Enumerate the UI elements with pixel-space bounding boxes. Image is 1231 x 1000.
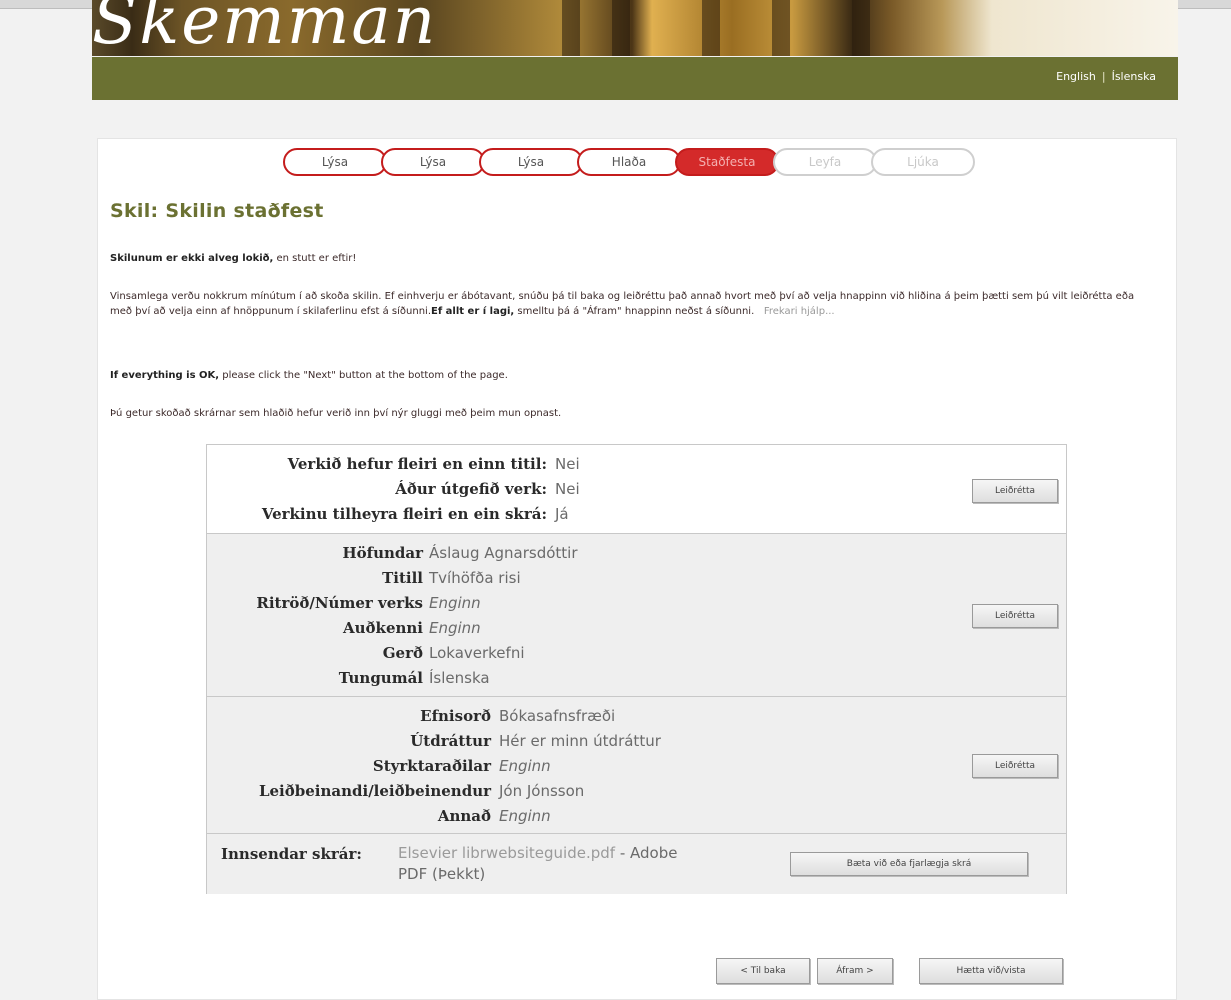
files-label: Innsendar skrár: [221, 845, 362, 863]
intro-text: Skilunum er ekki alveg lokið, en stutt e… [110, 251, 1140, 266]
top-nav-bar: English | Íslenska [92, 57, 1178, 100]
row-label: Auðkenni [343, 619, 423, 637]
edit-general-button[interactable]: Leiðrétta [972, 479, 1058, 503]
banner-decoration [612, 0, 630, 56]
language-switcher: English | Íslenska [1056, 70, 1156, 83]
row-value: Nei [555, 480, 580, 498]
file-link[interactable]: Elsevier librwebsiteguide.pdf [398, 844, 615, 862]
add-remove-file-button[interactable]: Bæta við eða fjarlægja skrá [790, 852, 1028, 876]
row-value: Já [555, 505, 569, 523]
row-label: Tungumál [338, 669, 423, 687]
row-value: Enginn [499, 757, 551, 775]
row-label: Ritröð/Númer verks [256, 594, 423, 612]
row-label: Útdráttur [410, 732, 491, 750]
row-label: Áður útgefið verk: [395, 480, 547, 498]
intro-bold: Skilunum er ekki alveg lokið, [110, 253, 274, 264]
row-label: Efnisorð [420, 707, 491, 725]
row-label: Styrktaraðilar [372, 757, 491, 775]
row-label: Höfundar [342, 544, 423, 562]
intro-rest: en stutt er eftir! [273, 253, 357, 264]
summary-table: Verkið hefur fleiri en einn titil: Nei Á… [206, 444, 1067, 894]
step-confirm: Staðfesta [675, 148, 779, 176]
row-value: Enginn [499, 807, 551, 825]
site-logo[interactable]: Skemman [92, 0, 437, 56]
section-files: Innsendar skrár: Elsevier librwebsitegui… [207, 833, 1066, 894]
row-value: Enginn [429, 594, 481, 612]
row-value: Hér er minn útdráttur [499, 732, 661, 750]
row-value: Tvíhöfða risi [429, 569, 521, 587]
row-value: Áslaug Agnarsdóttir [429, 544, 578, 562]
lang-icelandic-link[interactable]: Íslenska [1112, 70, 1156, 83]
lang-separator: | [1101, 70, 1106, 83]
lang-english-link[interactable]: English [1056, 70, 1096, 83]
banner-decoration [852, 0, 870, 56]
file-entry: Elsevier librwebsiteguide.pdf - Adobe PD… [398, 843, 768, 885]
help-link[interactable]: Frekari hjálp... [764, 306, 835, 317]
progress-steps: Lýsa Lýsa Lýsa Hlaða Staðfesta Leyfa Ljú… [283, 148, 975, 176]
site-banner: Skemman [92, 0, 1178, 56]
row-label: Verkinu tilheyra fleiri en ein skrá: [261, 505, 547, 523]
step-upload[interactable]: Hlaða [577, 148, 681, 176]
step-license: Leyfa [773, 148, 877, 176]
banner-decoration [562, 0, 580, 56]
english-note-bold: If everything is OK, [110, 370, 220, 381]
row-label: Verkið hefur fleiri en einn titil: [287, 455, 547, 473]
english-note-rest: please click the "Next" button at the bo… [219, 370, 508, 381]
step-finish: Ljúka [871, 148, 975, 176]
instructions-text: Vinsamlega verðu nokkrum mínútum í að sk… [110, 289, 1150, 319]
step-describe-1[interactable]: Lýsa [283, 148, 387, 176]
files-note: Þú getur skoðað skrárnar sem hlaðið hefu… [110, 408, 562, 419]
file-type-2: PDF (Þekkt) [398, 865, 486, 883]
step-describe-3[interactable]: Lýsa [479, 148, 583, 176]
edit-details-button[interactable]: Leiðrétta [972, 754, 1058, 778]
row-label: Titill [382, 569, 423, 587]
row-value: Jón Jónsson [499, 782, 585, 800]
instructions-bold: Ef allt er í lagi, [431, 306, 515, 317]
step-describe-2[interactable]: Lýsa [381, 148, 485, 176]
cancel-save-button[interactable]: Hætta við/vista [919, 958, 1063, 984]
row-value: Enginn [429, 619, 481, 637]
english-note: If everything is OK, please click the "N… [110, 368, 1140, 383]
files-row: Innsendar skrár: [221, 843, 362, 865]
row-value: Lokaverkefni [429, 644, 525, 662]
edit-description-button[interactable]: Leiðrétta [972, 604, 1058, 628]
row-value: Íslenska [429, 669, 490, 687]
next-button[interactable]: Áfram > [817, 958, 893, 984]
row-value: Bókasafnsfræði [499, 707, 616, 725]
section-details: Efnisorð Bókasafnsfræði Útdráttur Hér er… [207, 696, 1066, 834]
section-general: Verkið hefur fleiri en einn titil: Nei Á… [207, 445, 1066, 533]
page-title: Skil: Skilin staðfest [110, 200, 324, 222]
banner-decoration [702, 0, 720, 56]
banner-decoration [772, 0, 790, 56]
row-label: Leiðbeinandi/leiðbeinendur [258, 782, 491, 800]
back-button[interactable]: < Til baka [716, 958, 810, 984]
section-description: Höfundar Áslaug Agnarsdóttir Titill Tvíh… [207, 533, 1066, 697]
instructions-body-2: smelltu þá á "Áfram" hnappinn neðst á sí… [514, 306, 755, 317]
row-label: Annað [437, 807, 491, 825]
file-type: - Adobe [615, 844, 678, 862]
row-value: Nei [555, 455, 580, 473]
row-label: Gerð [382, 644, 423, 662]
